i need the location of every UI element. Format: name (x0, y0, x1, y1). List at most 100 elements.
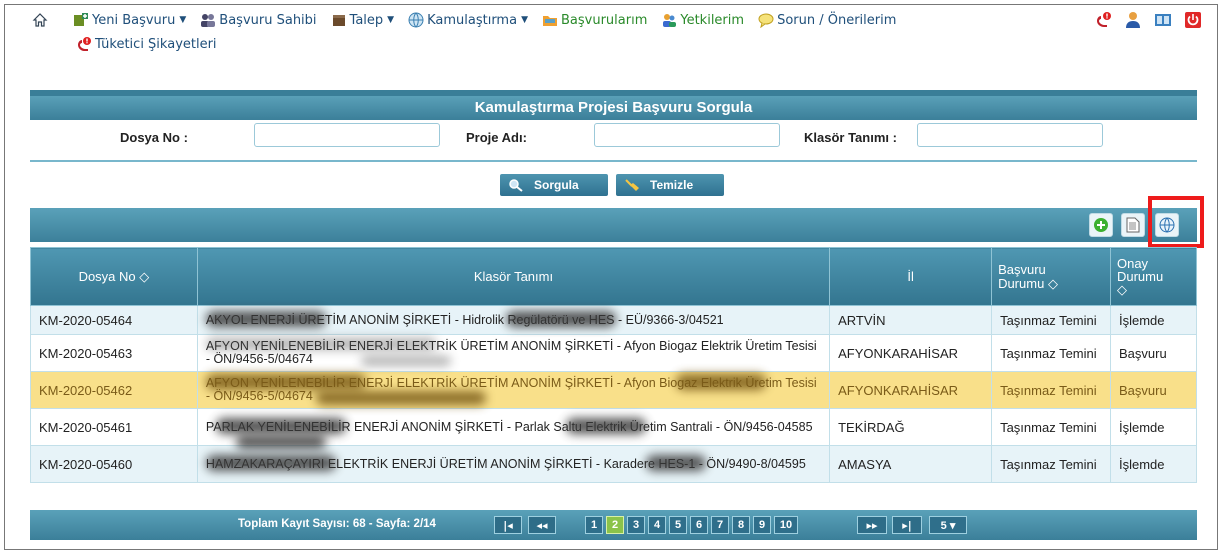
cell-klasor: AFYON YENİLENEBİLİR ENERJİ ELEKTRİK ÜRET… (196, 371, 831, 409)
sorgula-button[interactable]: Sorgula (500, 174, 608, 196)
page-number-button[interactable]: 3 (627, 516, 645, 534)
record-count-text: Toplam Kayıt Sayısı: 68 - Sayfa: 2/14 (238, 518, 436, 530)
first-page-button[interactable]: |◂ (494, 516, 522, 534)
nav-yeni-basvuru[interactable]: Yeni Başvuru ▼ (73, 12, 186, 28)
cell-basvuru-durumu: Taşınmaz Temini (991, 408, 1111, 446)
nav-yetkilerim[interactable]: Yetkilerim (661, 12, 744, 28)
page-number-button[interactable]: 8 (732, 516, 750, 534)
cell-onay-durumu: Başvuru (1109, 371, 1198, 409)
nav-talep[interactable]: Talep ▼ (331, 12, 395, 28)
last-page-button[interactable]: ▸| (892, 516, 922, 534)
cell-il: AFYONKARAHİSAR (829, 371, 993, 409)
nav-label: Başvurularım (561, 12, 648, 28)
cell-dosya-no: KM-2020-05464 (30, 305, 198, 335)
table-row[interactable]: KM-2020-05464 AKYOL ENERJİ ÜRETİM ANONİM… (30, 305, 1198, 335)
sort-icon: ◇ (1047, 275, 1058, 291)
column-header-il[interactable]: İl (829, 247, 993, 306)
temizle-label: Temizle (650, 178, 694, 192)
nav-label: Kamulaştırma (427, 12, 518, 28)
cell-klasor: PARLAK YENİLENEBİLİR ENERJİ ANONİM ŞİRKE… (196, 408, 831, 449)
chevron-down-icon: ▼ (179, 15, 187, 25)
nav-label: Talep (349, 12, 384, 28)
cell-klasor: AKYOL ENERJİ ÜRETİM ANONİM ŞİRKETİ - Hid… (196, 305, 831, 335)
add-button[interactable] (1089, 213, 1113, 237)
cell-onay-durumu: İşlemde (1109, 408, 1198, 446)
chevron-down-icon: ▼ (521, 15, 528, 25)
complaint-icon[interactable] (1094, 11, 1112, 29)
cell-dosya-no: KM-2020-05462 (30, 371, 198, 409)
chevron-down-icon: ▼ (387, 15, 395, 25)
header-actions (1094, 8, 1202, 32)
page-number-button[interactable]: 1 (585, 516, 603, 534)
column-header-dosya-no[interactable]: Dosya No ◇ (30, 247, 198, 306)
column-header-klasor-tanimi[interactable]: Klasör Tanımı (196, 247, 831, 306)
new-application-icon (74, 13, 88, 26)
page-size-select[interactable]: 5 ▾ (929, 516, 967, 534)
nav-kamulastirma[interactable]: Kamulaştırma ▼ (408, 12, 528, 28)
nav-basvurularim[interactable]: Başvurularım (542, 12, 647, 28)
page-number-button[interactable]: 5 (669, 516, 687, 534)
prev-page-button[interactable]: ◂◂ (528, 516, 556, 534)
search-form: Dosya No : Proje Adı: Klasör Tanımı : (30, 118, 1197, 162)
plus-circle-icon (1094, 218, 1108, 232)
cell-onay-durumu: İşlemde (1109, 445, 1198, 483)
column-header-basvuru-durumu[interactable]: Başvuru Durumu ◇ (991, 247, 1111, 306)
nav-label: Yeni Başvuru (92, 12, 176, 28)
column-header-onay-durumu[interactable]: Onay Durumu ◇ (1109, 247, 1198, 306)
next-page-button[interactable]: ▸▸ (857, 516, 887, 534)
cell-basvuru-durumu: Taşınmaz Temini (991, 445, 1111, 483)
klasor-tanimi-input[interactable] (917, 123, 1103, 147)
table-header-row: Dosya No ◇ Klasör Tanımı İl Başvuru Duru… (30, 247, 1198, 306)
highlight-box (1148, 196, 1204, 248)
cell-klasor: AFYON YENİLENEBİLİR ENERJİ ELEKTRİK ÜRET… (196, 334, 831, 372)
cell-dosya-no: KM-2020-05461 (30, 408, 198, 446)
sort-icon: ◇ (1116, 282, 1127, 297)
results-table: Dosya No ◇ Klasör Tanımı İl Başvuru Duru… (30, 247, 1198, 483)
table-row[interactable]: KM-2020-05461 PARLAK YENİLENEBİLİR ENERJ… (30, 408, 1198, 449)
table-row[interactable]: KM-2020-05462 AFYON YENİLENEBİLİR ENERJİ… (30, 371, 1198, 409)
user-group-icon (663, 14, 677, 27)
nav-label: Yetkilerim (680, 12, 745, 28)
export-document-button[interactable] (1121, 213, 1145, 237)
globe-icon (408, 12, 424, 28)
dosya-no-input[interactable] (254, 123, 440, 147)
page-number-button[interactable]: 10 (774, 516, 798, 534)
page-number-button[interactable]: 4 (648, 516, 666, 534)
proje-adi-input[interactable] (594, 123, 780, 147)
klasor-tanimi-label: Klasör Tanımı : (804, 130, 897, 145)
nav-basvuru-sahibi[interactable]: Başvuru Sahibi (200, 12, 317, 28)
users-icon (201, 14, 216, 27)
table-row[interactable]: KM-2020-05460 HAMZAKARAÇAYIRI ELEKTRİK E… (30, 445, 1198, 483)
temizle-button[interactable]: Temizle (616, 174, 724, 196)
home-icon (32, 13, 48, 27)
box-icon (332, 15, 345, 26)
cell-il: AFYONKARAHİSAR (829, 334, 993, 372)
cell-il: ARTVİN (829, 305, 993, 335)
dosya-no-label: Dosya No : (120, 130, 188, 145)
page-number-button[interactable]: 7 (711, 516, 729, 534)
page-number-button[interactable]: 2 (606, 516, 624, 534)
home-link[interactable] (32, 12, 51, 28)
page-number-button[interactable]: 6 (690, 516, 708, 534)
sorgula-label: Sorgula (534, 178, 579, 192)
logout-power-icon[interactable] (1184, 11, 1202, 29)
cell-il: TEKİRDAĞ (829, 408, 993, 446)
help-book-icon[interactable] (1154, 11, 1172, 29)
pagination-bar: Toplam Kayıt Sayısı: 68 - Sayfa: 2/14 |◂… (30, 510, 1197, 540)
table-row[interactable]: KM-2020-05463 AFYON YENİLENEBİLİR ENERJİ… (30, 334, 1198, 372)
document-icon (1126, 217, 1140, 233)
nav-label: Sorun / Önerilerim (777, 12, 897, 28)
user-profile-icon[interactable] (1124, 11, 1142, 29)
nav-tuketici-sikayetleri[interactable]: Tüketici Şikayetleri (76, 36, 217, 52)
header-line: Başvuru (998, 261, 1046, 277)
cell-onay-durumu: İşlemde (1109, 305, 1198, 335)
cell-basvuru-durumu: Taşınmaz Temini (991, 305, 1111, 335)
page-number-button[interactable]: 9 (753, 516, 771, 534)
grid-toolbar (30, 208, 1197, 242)
complaint-icon (78, 37, 91, 51)
speech-bubble-icon (758, 13, 774, 28)
nav-sorun-onerilerim[interactable]: Sorun / Önerilerim (758, 12, 896, 28)
nav-label: Tüketici Şikayetleri (95, 36, 217, 52)
cell-dosya-no: KM-2020-05463 (30, 334, 198, 372)
page-title: Kamulaştırma Projesi Başvuru Sorgula (30, 90, 1197, 120)
